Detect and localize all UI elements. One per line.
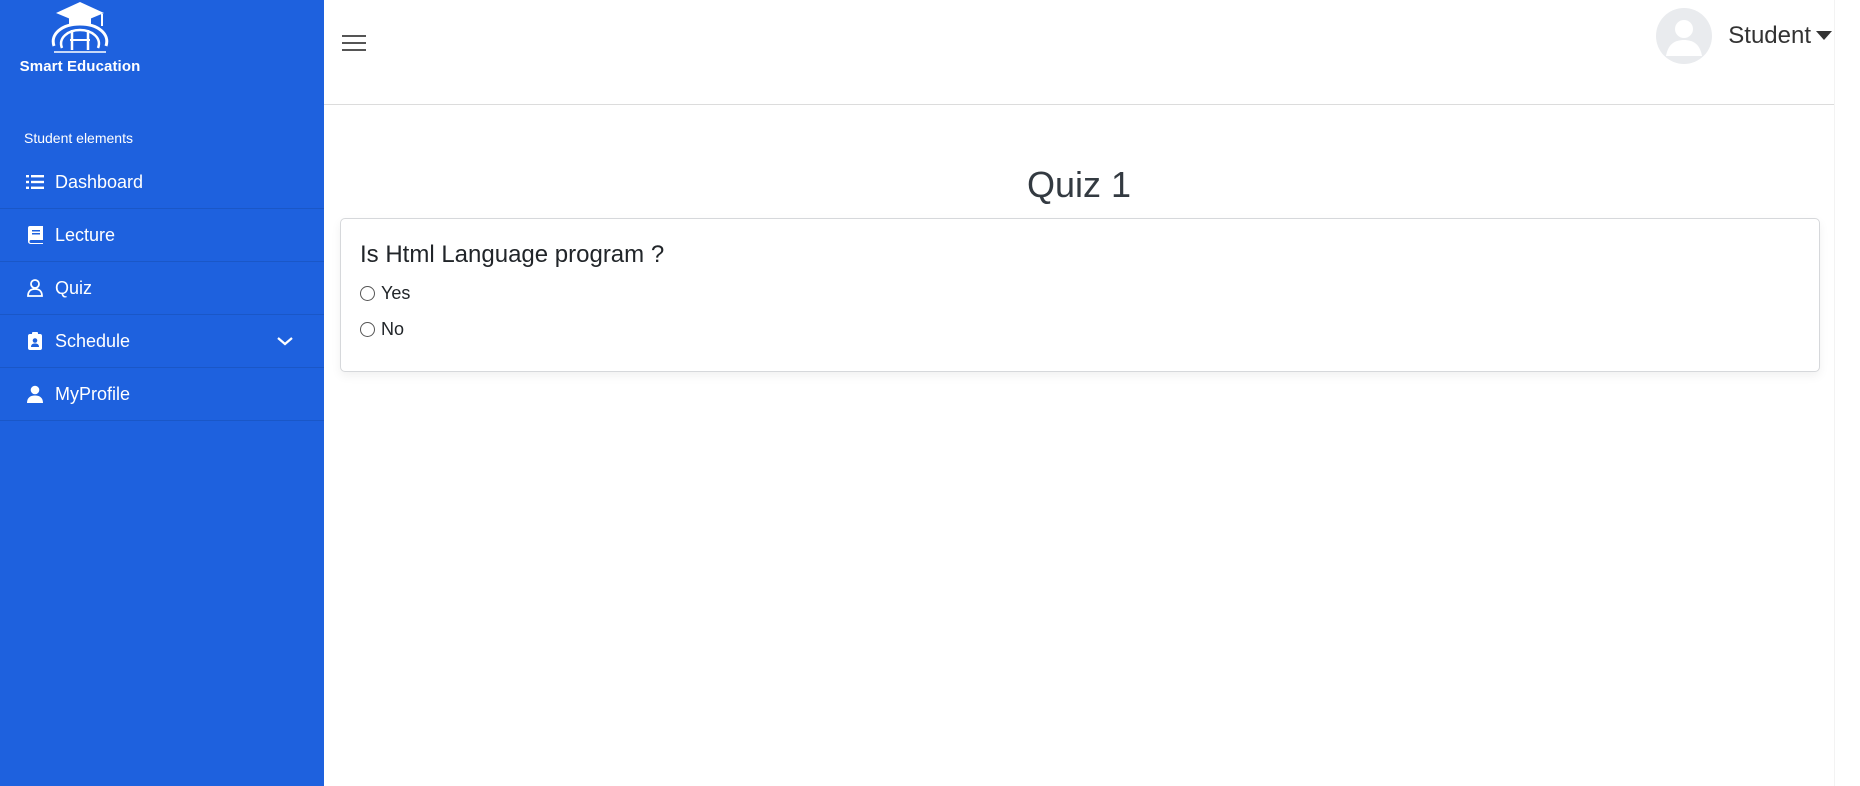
user-name: Student [1728, 22, 1811, 49]
topbar: Student [324, 0, 1834, 105]
default-avatar-icon [1666, 20, 1703, 56]
sidebar-item-schedule[interactable]: Schedule [0, 315, 324, 368]
user-outline-icon [25, 278, 45, 298]
radio-button[interactable] [360, 322, 375, 337]
question-card: Is Html Language program ? Yes No [340, 218, 1820, 372]
user-menu[interactable]: Student [1656, 8, 1834, 64]
caret-down-icon [1816, 31, 1832, 40]
book-icon [25, 225, 45, 245]
sidebar: Smart Education Student elements Dashboa… [0, 0, 324, 786]
user-solid-icon [25, 384, 45, 404]
sidebar-item-label: Lecture [55, 224, 116, 245]
scrollbar[interactable] [1834, 0, 1860, 786]
option-label: Yes [381, 283, 411, 303]
brand[interactable]: Smart Education [0, 0, 160, 82]
option-label: No [381, 319, 405, 339]
radio-button[interactable] [360, 286, 375, 301]
graduation-cap-globe-icon [51, 2, 109, 53]
sidebar-nav: Dashboard Lecture Quiz Schedule MyProfil… [0, 156, 324, 421]
answer-option-yes[interactable]: Yes [360, 283, 410, 304]
sidebar-section-label: Student elements [24, 130, 133, 146]
sidebar-item-label: Dashboard [55, 171, 144, 192]
avatar [1656, 8, 1713, 64]
brand-name: Smart Education [19, 58, 141, 75]
page-title: Quiz 1 [1026, 164, 1132, 205]
sidebar-item-dashboard[interactable]: Dashboard [0, 156, 324, 209]
hamburger-menu-icon[interactable] [342, 32, 366, 54]
sidebar-item-label: MyProfile [55, 383, 131, 404]
chevron-down-icon[interactable] [276, 332, 294, 350]
sidebar-item-label: Quiz [55, 277, 93, 298]
answer-option-no[interactable]: No [360, 319, 404, 340]
clipboard-user-icon [25, 331, 45, 351]
sidebar-item-quiz[interactable]: Quiz [0, 262, 324, 315]
sidebar-item-lecture[interactable]: Lecture [0, 209, 324, 262]
sidebar-item-myprofile[interactable]: MyProfile [0, 368, 324, 421]
list-icon [25, 172, 45, 192]
question-text: Is Html Language program ? [360, 241, 665, 268]
sidebar-item-label: Schedule [55, 330, 131, 351]
